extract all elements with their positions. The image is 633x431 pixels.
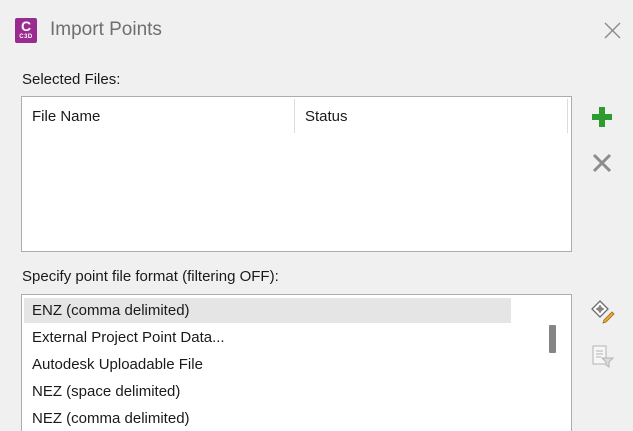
- close-button[interactable]: [600, 18, 626, 44]
- import-points-dialog: C C3D Import Points Selected Files: File…: [0, 0, 633, 431]
- format-list-item[interactable]: External Project Point Data...: [24, 325, 511, 350]
- column-divider[interactable]: [567, 99, 568, 133]
- format-list-item[interactable]: ENZ (comma delimited): [24, 298, 511, 323]
- format-list[interactable]: ENZ (comma delimited) External Project P…: [21, 294, 572, 431]
- table-header: File Name Status: [22, 97, 571, 137]
- format-list-item[interactable]: NEZ (space delimited): [24, 379, 511, 404]
- add-icon: [592, 107, 612, 127]
- selected-files-label: Selected Files:: [22, 71, 121, 88]
- civil3d-app-icon: C C3D: [15, 18, 37, 43]
- remove-file-button[interactable]: [588, 149, 616, 177]
- filter-formats-button[interactable]: [588, 342, 616, 370]
- close-icon: [604, 22, 621, 39]
- column-header-file-name[interactable]: File Name: [22, 97, 294, 137]
- add-file-button[interactable]: [588, 103, 616, 131]
- format-list-item[interactable]: Autodesk Uploadable File: [24, 352, 511, 377]
- column-header-status[interactable]: Status: [295, 97, 567, 137]
- remove-icon: [592, 153, 612, 173]
- app-icon-subtext: C3D: [19, 34, 33, 40]
- format-list-item[interactable]: NEZ (comma delimited): [24, 406, 511, 431]
- filter-icon: [592, 345, 615, 368]
- selected-files-table[interactable]: File Name Status: [21, 96, 572, 252]
- dialog-title: Import Points: [50, 19, 162, 40]
- format-list-scrollbar-thumb[interactable]: [549, 325, 556, 353]
- point-format-manager-button[interactable]: [588, 297, 616, 325]
- title-bar: C C3D Import Points: [0, 0, 633, 62]
- point-format-manager-icon: [591, 300, 615, 324]
- format-label: Specify point file format (filtering OFF…: [22, 268, 279, 285]
